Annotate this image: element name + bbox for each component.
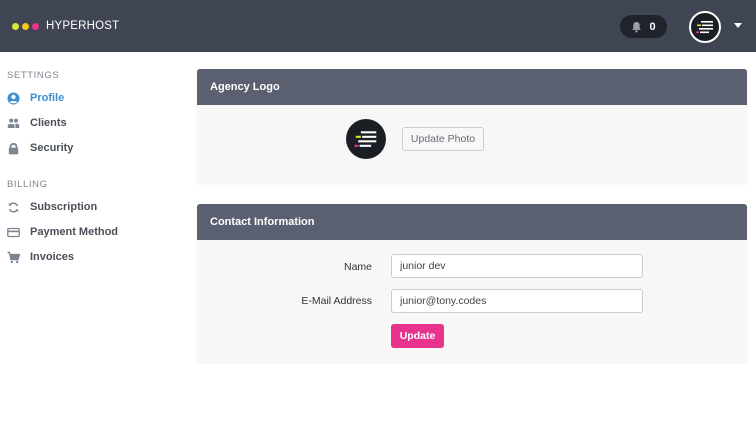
update-photo-button[interactable]: Update Photo	[402, 127, 484, 151]
notification-count: 0	[649, 20, 656, 33]
user-avatar[interactable]	[689, 11, 721, 43]
notifications-button[interactable]: 0	[620, 15, 667, 38]
sidebar-item-label: Subscription	[30, 201, 98, 213]
brand-dot-lime	[12, 22, 19, 30]
sidebar-item-security[interactable]: Security	[7, 141, 73, 155]
credit-card-icon	[7, 226, 20, 239]
sidebar-item-label: Payment Method	[30, 226, 119, 238]
agency-logo-panel-title: Agency Logo	[197, 69, 747, 105]
contact-information-panel-title: Contact Information	[197, 204, 747, 240]
name-label: Name	[343, 261, 372, 273]
users-icon	[7, 117, 20, 130]
sidebar-item-clients[interactable]: Clients	[7, 116, 67, 130]
agency-logo-panel: Agency Logo Update Photo	[197, 69, 747, 183]
user-circle-icon	[7, 92, 20, 105]
sidebar-item-label: Security	[30, 142, 74, 154]
brand-dot-pink	[32, 22, 39, 30]
brand-dot-yellow	[22, 22, 29, 30]
sidebar-item-subscription[interactable]: Subscription	[7, 200, 97, 214]
contact-information-panel: Contact Information Name E-Mail Address …	[197, 204, 747, 362]
update-button[interactable]: Update	[391, 324, 444, 348]
sidebar-section-settings: SETTINGS	[7, 70, 60, 81]
sidebar-item-profile[interactable]: Profile	[7, 91, 64, 105]
brand-dots	[12, 22, 39, 30]
avatar-logo-icon	[696, 21, 713, 34]
sidebar-item-payment-method[interactable]: Payment Method	[7, 225, 118, 239]
sidebar-item-invoices[interactable]: Invoices	[7, 250, 74, 264]
name-input[interactable]	[391, 254, 643, 278]
bell-icon	[632, 21, 642, 32]
sidebar-item-label: Clients	[30, 117, 67, 129]
refresh-icon	[7, 201, 20, 214]
agency-logo-image	[346, 119, 386, 159]
lock-icon	[7, 142, 20, 155]
sidebar-section-billing: BILLING	[7, 179, 48, 190]
sidebar-item-label: Profile	[30, 92, 65, 104]
caret-down-icon[interactable]	[734, 23, 742, 28]
email-label: E-Mail Address	[301, 295, 372, 307]
brand-name: HYPERHOST	[46, 20, 120, 32]
top-navbar: HYPERHOST 0	[0, 0, 756, 52]
cart-icon	[7, 251, 20, 264]
sidebar-item-label: Invoices	[30, 251, 75, 263]
brand-logo[interactable]: HYPERHOST	[12, 20, 119, 32]
agency-logo-icon	[354, 131, 377, 147]
email-input[interactable]	[391, 289, 643, 313]
